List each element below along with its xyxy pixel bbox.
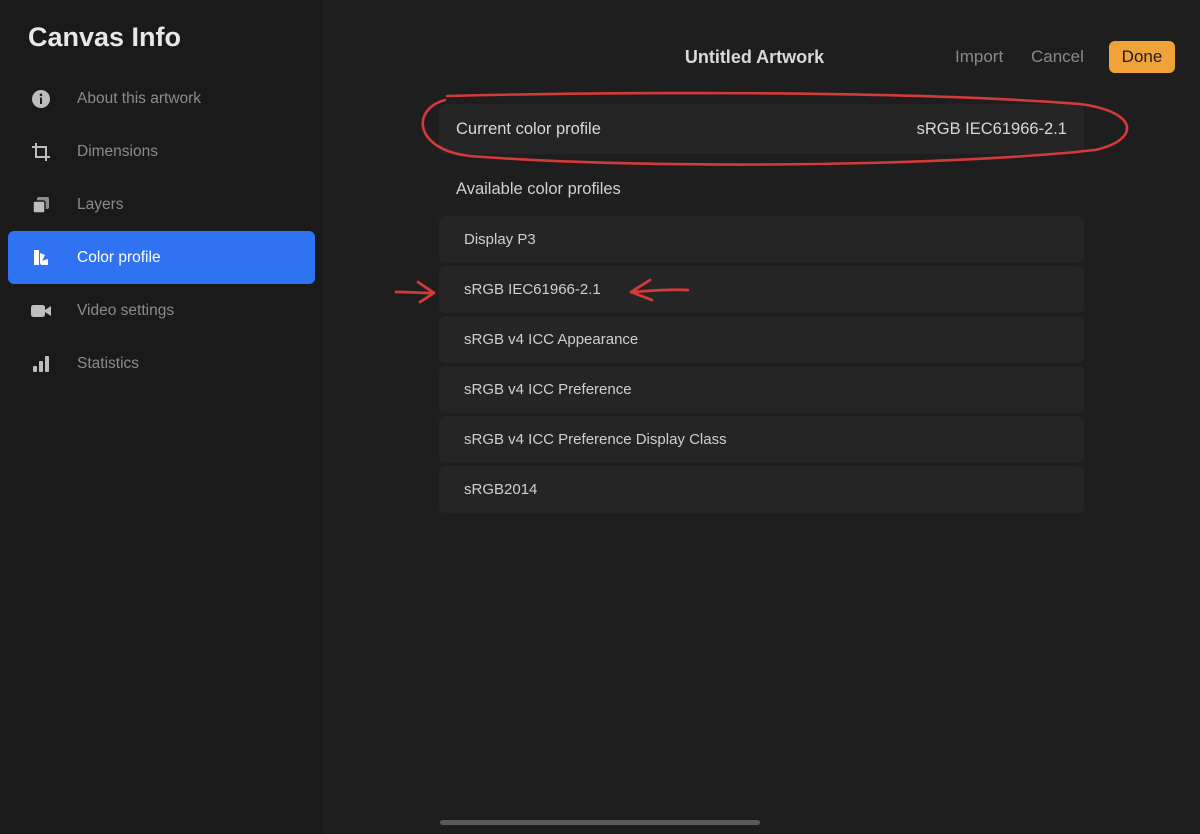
profile-item-srgb2014[interactable]: sRGB2014 xyxy=(439,466,1084,513)
color-profile-icon xyxy=(30,247,52,269)
current-profile-label: Current color profile xyxy=(456,120,601,138)
info-icon xyxy=(30,88,52,110)
current-color-profile-row: Current color profile sRGB IEC61966-2.1 xyxy=(439,104,1084,154)
profile-item-srgb-v4-preference[interactable]: sRGB v4 ICC Preference xyxy=(439,366,1084,413)
sidebar-item-label: About this artwork xyxy=(77,89,202,107)
cancel-button[interactable]: Cancel xyxy=(1031,47,1084,67)
sidebar-item-about[interactable]: About this artwork xyxy=(8,72,315,125)
bar-chart-icon xyxy=(30,353,52,375)
available-profiles-heading: Available color profiles xyxy=(456,180,621,198)
canvas-info-window: Canvas Info About this artwork Dimension… xyxy=(0,0,1200,834)
sidebar-title: Canvas Info xyxy=(28,22,182,52)
import-button[interactable]: Import xyxy=(955,47,1003,67)
main-panel: Untitled Artwork Import Cancel Done Curr… xyxy=(323,0,1200,834)
profile-item-srgb-v4-preference-display-class[interactable]: sRGB v4 ICC Preference Display Class xyxy=(439,416,1084,463)
sidebar-nav: About this artwork Dimensions Layers Col… xyxy=(8,72,315,390)
sidebar-item-layers[interactable]: Layers xyxy=(8,178,315,231)
layers-icon xyxy=(30,194,52,216)
sidebar-item-label: Statistics xyxy=(77,354,140,372)
sidebar: Canvas Info About this artwork Dimension… xyxy=(0,0,323,834)
scrollbar[interactable] xyxy=(440,820,760,825)
done-button[interactable]: Done xyxy=(1109,41,1175,73)
profile-item-srgb-iec61966[interactable]: sRGB IEC61966-2.1 xyxy=(439,266,1084,313)
sidebar-item-video-settings[interactable]: Video settings xyxy=(8,284,315,337)
profile-list: Display P3 sRGB IEC61966-2.1 sRGB v4 ICC… xyxy=(439,216,1084,516)
sidebar-item-dimensions[interactable]: Dimensions xyxy=(8,125,315,178)
sidebar-item-color-profile[interactable]: Color profile xyxy=(8,231,315,284)
sidebar-item-label: Video settings xyxy=(77,301,175,319)
sidebar-item-statistics[interactable]: Statistics xyxy=(8,337,315,390)
profile-item-srgb-v4-appearance[interactable]: sRGB v4 ICC Appearance xyxy=(439,316,1084,363)
sidebar-item-label: Layers xyxy=(77,195,124,213)
sidebar-item-label: Color profile xyxy=(77,248,161,266)
crop-icon xyxy=(30,141,52,163)
sidebar-item-label: Dimensions xyxy=(77,142,158,160)
current-profile-value: sRGB IEC61966-2.1 xyxy=(916,120,1067,138)
profile-item-display-p3[interactable]: Display P3 xyxy=(439,216,1084,263)
video-camera-icon xyxy=(30,300,52,322)
